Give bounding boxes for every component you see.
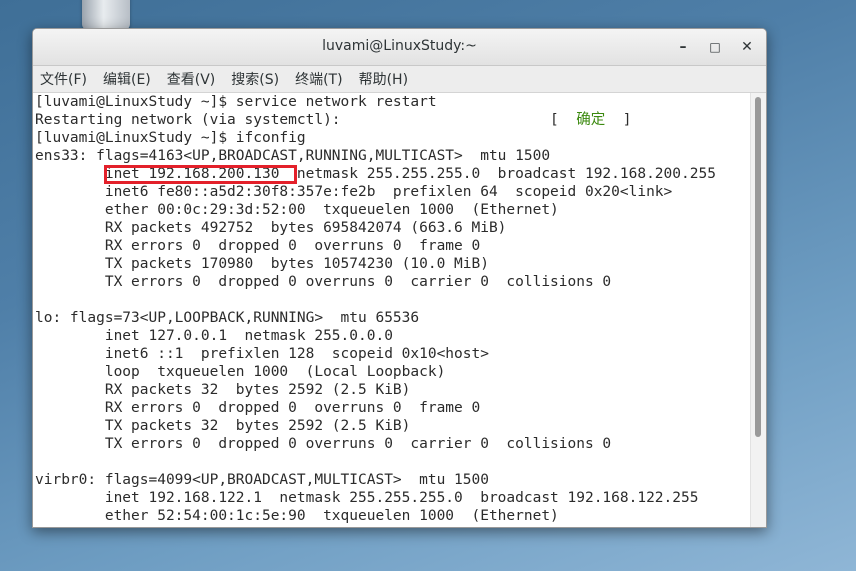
minimize-button[interactable]: – bbox=[673, 37, 693, 57]
inet-highlight-box bbox=[104, 165, 297, 184]
menu-view[interactable]: 查看(V) bbox=[162, 69, 221, 89]
terminal-line: inet6 fe80::a5d2:30f8:357e:fe2b prefixle… bbox=[35, 184, 673, 200]
terminal-window: luvami@LinuxStudy:~ – □ ✕ 文件(F) 编辑(E) 查看… bbox=[32, 28, 767, 528]
close-button[interactable]: ✕ bbox=[737, 37, 757, 57]
terminal-line: inet 127.0.0.1 netmask 255.0.0.0 bbox=[35, 328, 393, 344]
terminal-output[interactable]: [luvami@LinuxStudy ~]$ service network r… bbox=[33, 93, 751, 527]
terminal-line: inet6 ::1 prefixlen 128 scopeid 0x10<hos… bbox=[35, 346, 489, 362]
menu-terminal[interactable]: 终端(T) bbox=[290, 69, 347, 89]
trash-icon[interactable] bbox=[82, 0, 130, 30]
title-bar[interactable]: luvami@LinuxStudy:~ – □ ✕ bbox=[33, 29, 766, 66]
menu-search[interactable]: 搜索(S) bbox=[226, 69, 284, 89]
ok-status: 确定 bbox=[576, 112, 606, 128]
menu-file[interactable]: 文件(F) bbox=[35, 69, 92, 89]
terminal-line: RX packets 32 bytes 2592 (2.5 KiB) bbox=[35, 382, 411, 398]
terminal-line: lo: flags=73<UP,LOOPBACK,RUNNING> mtu 65… bbox=[35, 310, 420, 326]
terminal-line: ether 52:54:00:1c:5e:90 txqueuelen 1000 … bbox=[35, 508, 559, 524]
menu-bar: 文件(F) 编辑(E) 查看(V) 搜索(S) 终端(T) 帮助(H) bbox=[33, 66, 766, 93]
terminal-line: inet 192.168.122.1 netmask 255.255.255.0… bbox=[35, 490, 699, 506]
restart-text: Restarting network (via systemctl): [ bbox=[35, 112, 577, 128]
scrollbar[interactable] bbox=[750, 93, 766, 527]
terminal-line: RX packets 492752 bytes 695842074 (663.6… bbox=[35, 220, 507, 236]
terminal-line: RX errors 0 dropped 0 overruns 0 frame 0 bbox=[35, 400, 481, 416]
terminal-line: [luvami@LinuxStudy ~]$ ifconfig bbox=[35, 130, 306, 146]
terminal-line: TX errors 0 dropped 0 overruns 0 carrier… bbox=[35, 436, 612, 452]
scrollbar-thumb[interactable] bbox=[755, 97, 761, 437]
terminal-line: ether 00:0c:29:3d:52:00 txqueuelen 1000 … bbox=[35, 202, 559, 218]
terminal-line: Restarting network (via systemctl): [ 确定… bbox=[35, 111, 631, 129]
menu-help[interactable]: 帮助(H) bbox=[354, 69, 413, 89]
menu-edit[interactable]: 编辑(E) bbox=[98, 69, 156, 89]
terminal-line: [luvami@LinuxStudy ~]$ service network r… bbox=[35, 94, 437, 110]
terminal-line: TX packets 32 bytes 2592 (2.5 KiB) bbox=[35, 418, 411, 434]
window-title: luvami@LinuxStudy:~ bbox=[322, 38, 477, 54]
terminal-line: virbr0: flags=4099<UP,BROADCAST,MULTICAS… bbox=[35, 472, 489, 488]
ok-bracket: ] bbox=[605, 112, 632, 128]
terminal-line: loop txqueuelen 1000 (Local Loopback) bbox=[35, 364, 446, 380]
terminal-line: TX packets 170980 bytes 10574230 (10.0 M… bbox=[35, 256, 489, 272]
terminal-line: ens33: flags=4163<UP,BROADCAST,RUNNING,M… bbox=[35, 148, 551, 164]
terminal-line: TX errors 0 dropped 0 overruns 0 carrier… bbox=[35, 274, 612, 290]
terminal-line: RX errors 0 dropped 0 overruns 0 frame 0 bbox=[35, 238, 481, 254]
maximize-button[interactable]: □ bbox=[705, 37, 725, 57]
